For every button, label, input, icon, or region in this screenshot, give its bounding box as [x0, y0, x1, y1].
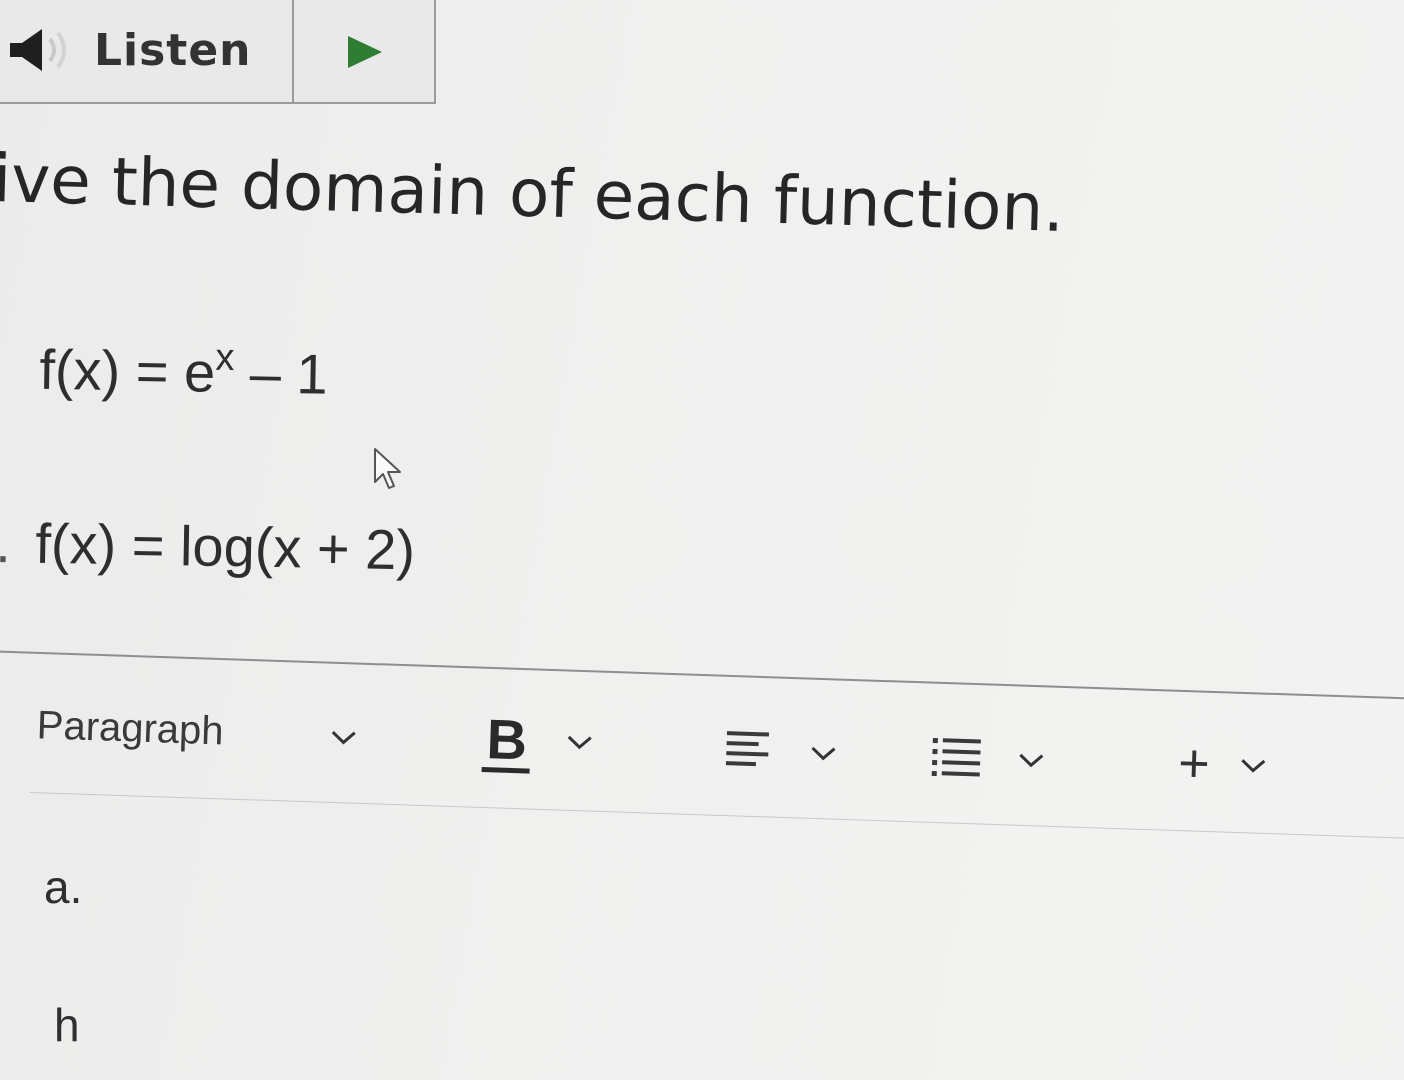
rich-text-editor-area[interactable]: a. h [0, 830, 1404, 1080]
answer-line-b: h [54, 999, 80, 1051]
editor-top-border [0, 650, 1404, 701]
listen-button[interactable]: Listen [0, 0, 294, 102]
play-button[interactable] [294, 0, 434, 102]
paragraph-format-label: Paragraph [36, 702, 225, 753]
problem-a: f(x) = ex – 1 [0, 336, 328, 407]
listen-bar: Listen [0, 0, 436, 104]
problem-b-expression: f(x) = log(x + 2) [34, 511, 416, 582]
speaker-icon [8, 25, 78, 75]
chevron-down-icon[interactable] [567, 734, 594, 751]
bold-icon: B [481, 707, 533, 774]
paragraph-format-select[interactable]: Paragraph [36, 697, 368, 764]
chevron-down-icon [1239, 757, 1266, 774]
problem-b: . f(x) = log(x + 2) [0, 510, 416, 582]
listen-label: Listen [94, 24, 252, 76]
problem-a-exponent: x [215, 336, 235, 380]
insert-button[interactable]: + [1177, 733, 1266, 796]
problem-b-marker: . [0, 510, 12, 575]
problem-a-rhs: – 1 [233, 341, 329, 406]
align-button[interactable] [719, 720, 837, 784]
chevron-down-icon [810, 745, 837, 762]
play-icon [342, 30, 386, 74]
chevron-down-icon [330, 729, 357, 746]
list-button[interactable] [927, 727, 1045, 791]
bold-button[interactable]: B [481, 706, 594, 780]
question-instruction: ive the domain of each function. [0, 140, 1066, 247]
answer-line-a: a. [44, 861, 83, 913]
problem-a-marker [0, 388, 39, 389]
problem-a-lhs: f(x) = e [38, 337, 216, 404]
bulleted-list-icon [927, 732, 989, 784]
mouse-cursor-icon [372, 446, 406, 492]
plus-icon: + [1177, 733, 1211, 795]
align-left-icon [720, 725, 782, 777]
chevron-down-icon [1018, 752, 1045, 769]
